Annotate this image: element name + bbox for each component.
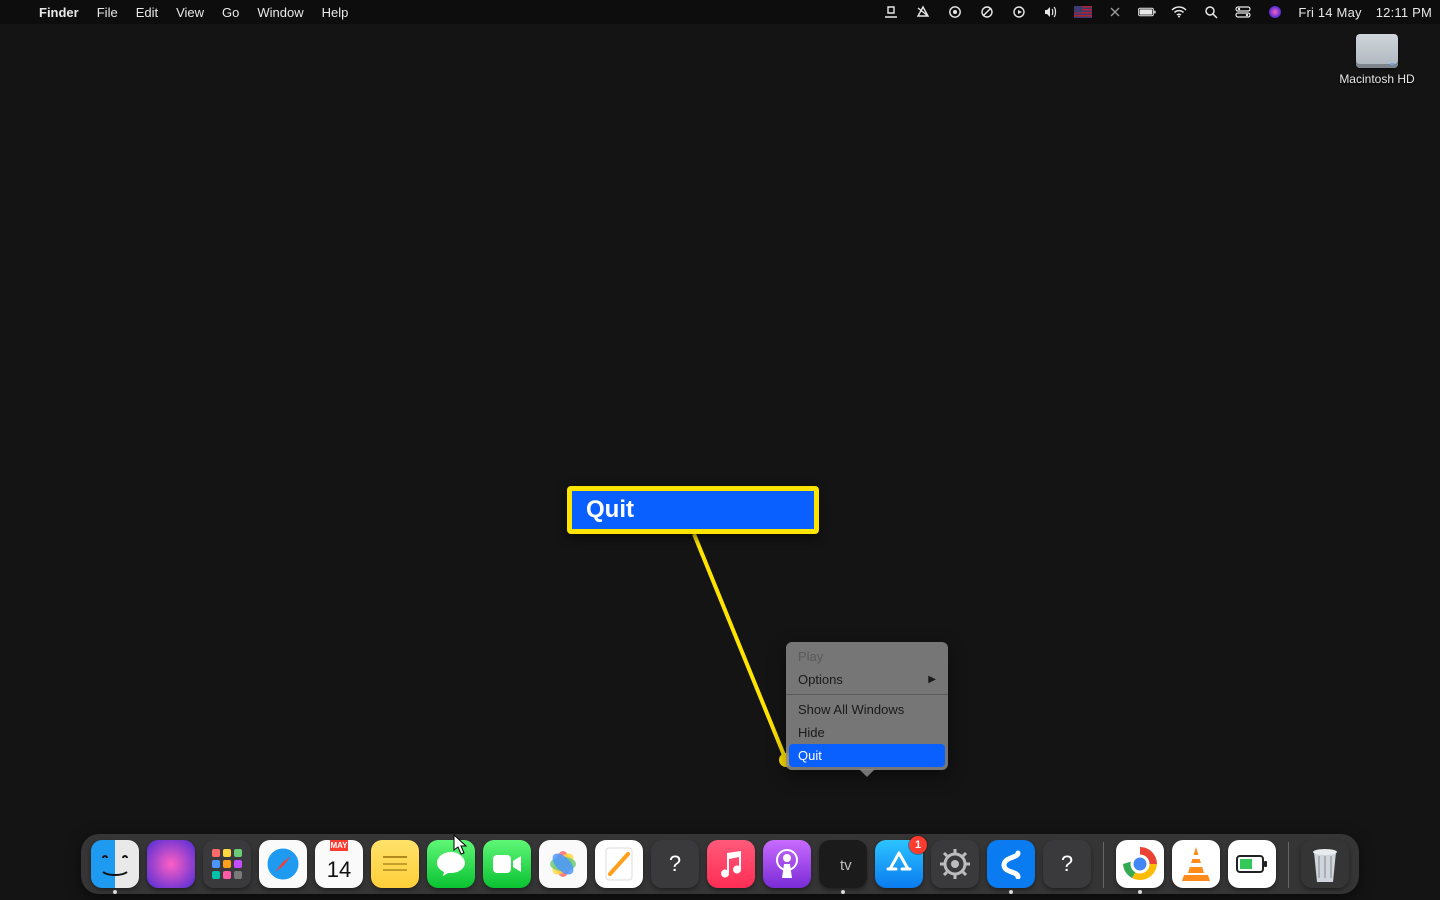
dock-app-messages[interactable] <box>427 840 475 888</box>
control-center-icon[interactable] <box>1234 3 1252 21</box>
callout-highlight: Quit <box>567 486 819 534</box>
dock-app-battery[interactable] <box>1228 840 1276 888</box>
battery-icon[interactable] <box>1138 3 1156 21</box>
do-not-disturb-icon[interactable] <box>978 3 996 21</box>
dock-app-notes[interactable] <box>371 840 419 888</box>
input-source-icon[interactable] <box>1074 3 1092 21</box>
menu-bar-left: Finder File Edit View Go Window Help <box>12 5 357 20</box>
svg-text:tv: tv <box>840 857 852 874</box>
ctx-item-play: Play <box>786 645 948 668</box>
dock-app-chrome[interactable] <box>1116 840 1164 888</box>
dock-app-unknown-2[interactable]: ? <box>1043 840 1091 888</box>
dock-app-podcasts[interactable] <box>763 840 811 888</box>
status-icon-3[interactable] <box>946 3 964 21</box>
dock-inner: MAY14 ? tv 1 ? <box>81 834 1359 894</box>
dock-app-sysprefs[interactable] <box>931 840 979 888</box>
drive-icon <box>1356 34 1398 68</box>
dock-app-safari[interactable] <box>259 840 307 888</box>
dock: MAY14 ? tv 1 ? <box>81 834 1359 894</box>
volume-icon[interactable] <box>1042 3 1060 21</box>
appstore-badge: 1 <box>909 836 927 854</box>
spotlight-icon[interactable] <box>1202 3 1220 21</box>
siri-menu-icon[interactable] <box>1266 3 1284 21</box>
ctx-item-options[interactable]: Options▶ <box>786 668 948 691</box>
dock-app-facetime[interactable] <box>483 840 531 888</box>
ctx-item-quit[interactable]: Quit <box>789 744 945 767</box>
dock-divider <box>1103 842 1104 888</box>
ctx-separator <box>786 694 948 695</box>
menu-window[interactable]: Window <box>248 5 312 20</box>
dock-app-snagit[interactable] <box>987 840 1035 888</box>
menu-bar-date[interactable]: Fri 14 May <box>1298 5 1361 20</box>
dock-context-menu: Play Options▶ Show All Windows Hide Quit <box>786 642 948 770</box>
status-icon-4[interactable] <box>1106 3 1124 21</box>
menu-help[interactable]: Help <box>313 5 358 20</box>
dock-divider-2 <box>1288 842 1289 888</box>
dock-app-finder[interactable] <box>91 840 139 888</box>
dock-trash[interactable] <box>1301 840 1349 888</box>
callout-label: Quit <box>586 496 634 524</box>
menu-bar-time[interactable]: 12:11 PM <box>1376 5 1432 20</box>
dock-app-appstore[interactable]: 1 <box>875 840 923 888</box>
dock-app-tv[interactable]: tv <box>819 840 867 888</box>
menu-bar-right: Fri 14 May 12:11 PM <box>882 3 1432 21</box>
dock-app-calendar[interactable]: MAY14 <box>315 840 363 888</box>
menu-go[interactable]: Go <box>213 5 248 20</box>
app-menu[interactable]: Finder <box>30 5 88 20</box>
wifi-icon[interactable] <box>1170 3 1188 21</box>
menu-edit[interactable]: Edit <box>127 5 167 20</box>
status-icon-2[interactable] <box>914 3 932 21</box>
chevron-right-icon: ▶ <box>928 674 936 685</box>
screen-mirroring-icon[interactable] <box>1010 3 1028 21</box>
status-icon-1[interactable] <box>882 3 900 21</box>
dock-app-pages[interactable] <box>595 840 643 888</box>
dock-app-siri[interactable] <box>147 840 195 888</box>
dock-app-vlc[interactable] <box>1172 840 1220 888</box>
callout-leader-line <box>0 0 1440 900</box>
dock-app-launchpad[interactable] <box>203 840 251 888</box>
ctx-menu-arrow <box>859 769 875 777</box>
ctx-item-show-all[interactable]: Show All Windows <box>786 698 948 721</box>
menu-view[interactable]: View <box>167 5 213 20</box>
dock-app-unknown-1[interactable]: ? <box>651 840 699 888</box>
menu-file[interactable]: File <box>88 5 127 20</box>
desktop-drive[interactable]: Macintosh HD <box>1336 34 1418 86</box>
ctx-item-hide[interactable]: Hide <box>786 721 948 744</box>
drive-label: Macintosh HD <box>1339 72 1414 86</box>
dock-app-photos[interactable] <box>539 840 587 888</box>
menu-bar: Finder File Edit View Go Window Help Fri… <box>0 0 1440 24</box>
dock-app-music[interactable] <box>707 840 755 888</box>
